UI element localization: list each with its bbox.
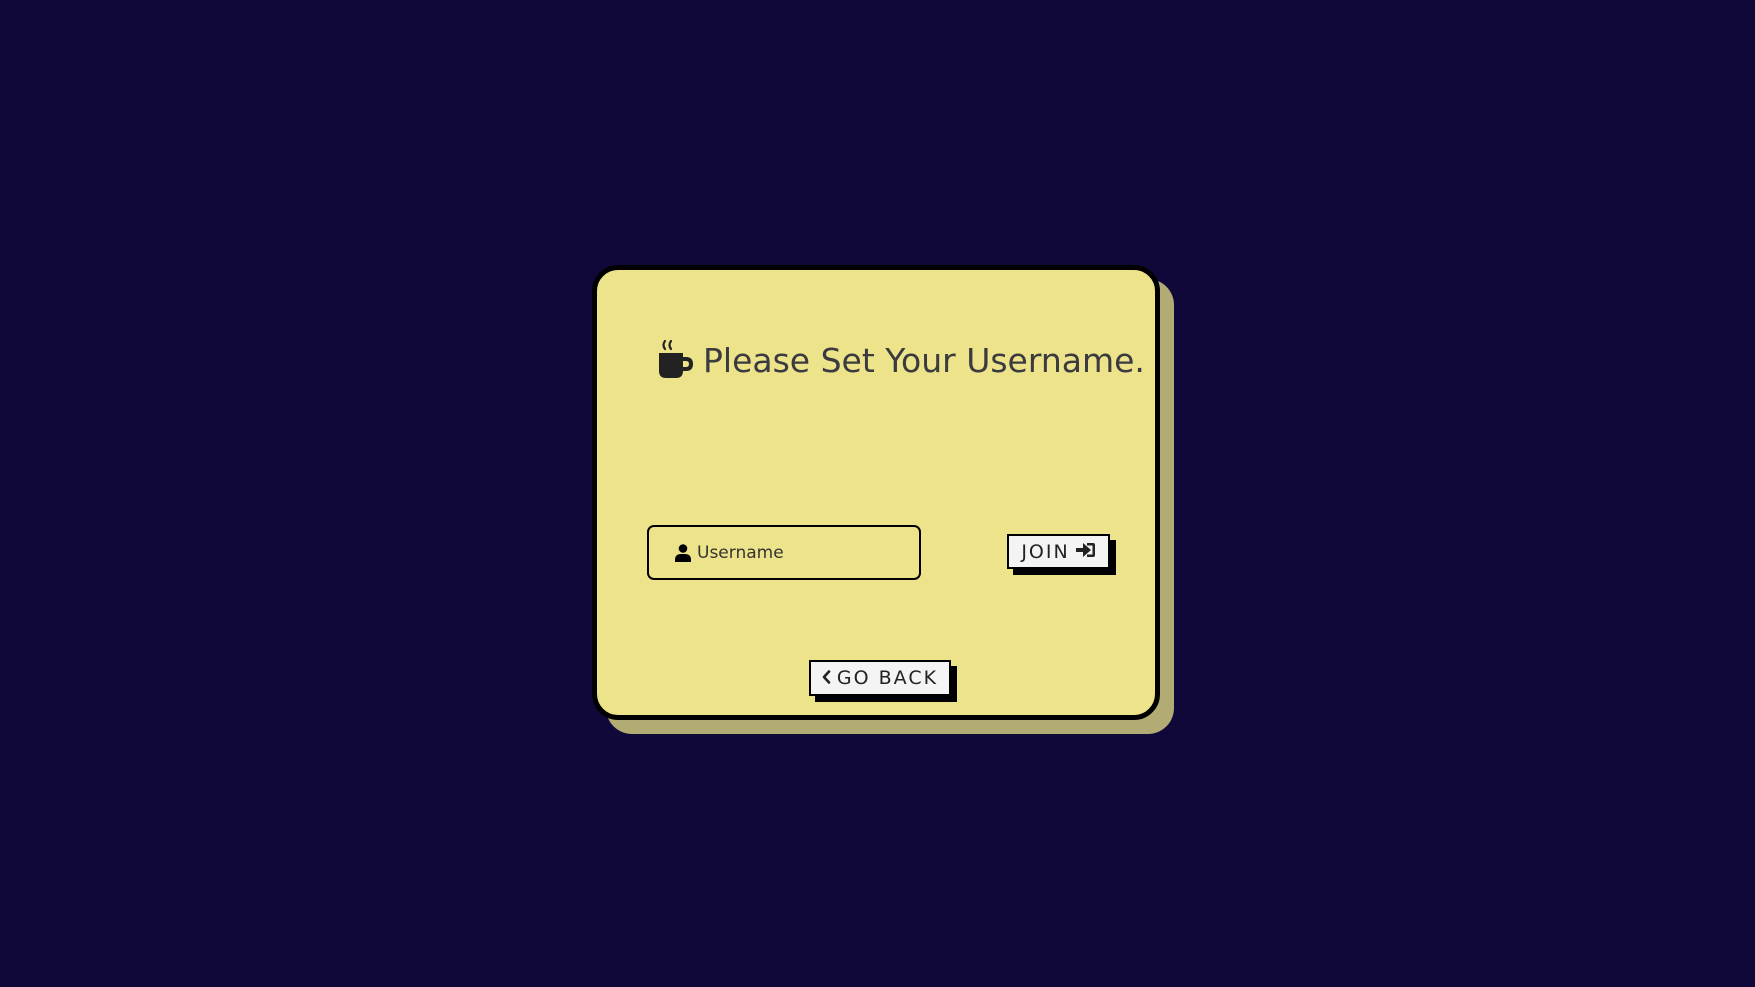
- username-field[interactable]: [647, 525, 921, 580]
- username-card: Please Set Your Username. JOIN: [592, 265, 1160, 720]
- card-heading: Please Set Your Username.: [657, 338, 1145, 382]
- chevron-left-icon: [822, 667, 831, 689]
- page: Please Set Your Username. JOIN: [0, 0, 1755, 987]
- coffee-mug-icon: [657, 339, 695, 381]
- go-back-button[interactable]: GO BACK: [809, 660, 951, 696]
- page-title: Please Set Your Username.: [703, 340, 1145, 380]
- username-input[interactable]: [697, 542, 897, 563]
- go-back-label: GO BACK: [836, 667, 939, 689]
- user-icon: [675, 543, 691, 562]
- sign-in-icon: [1075, 541, 1096, 563]
- join-button-label: JOIN: [1021, 540, 1070, 563]
- join-button[interactable]: JOIN: [1007, 534, 1110, 569]
